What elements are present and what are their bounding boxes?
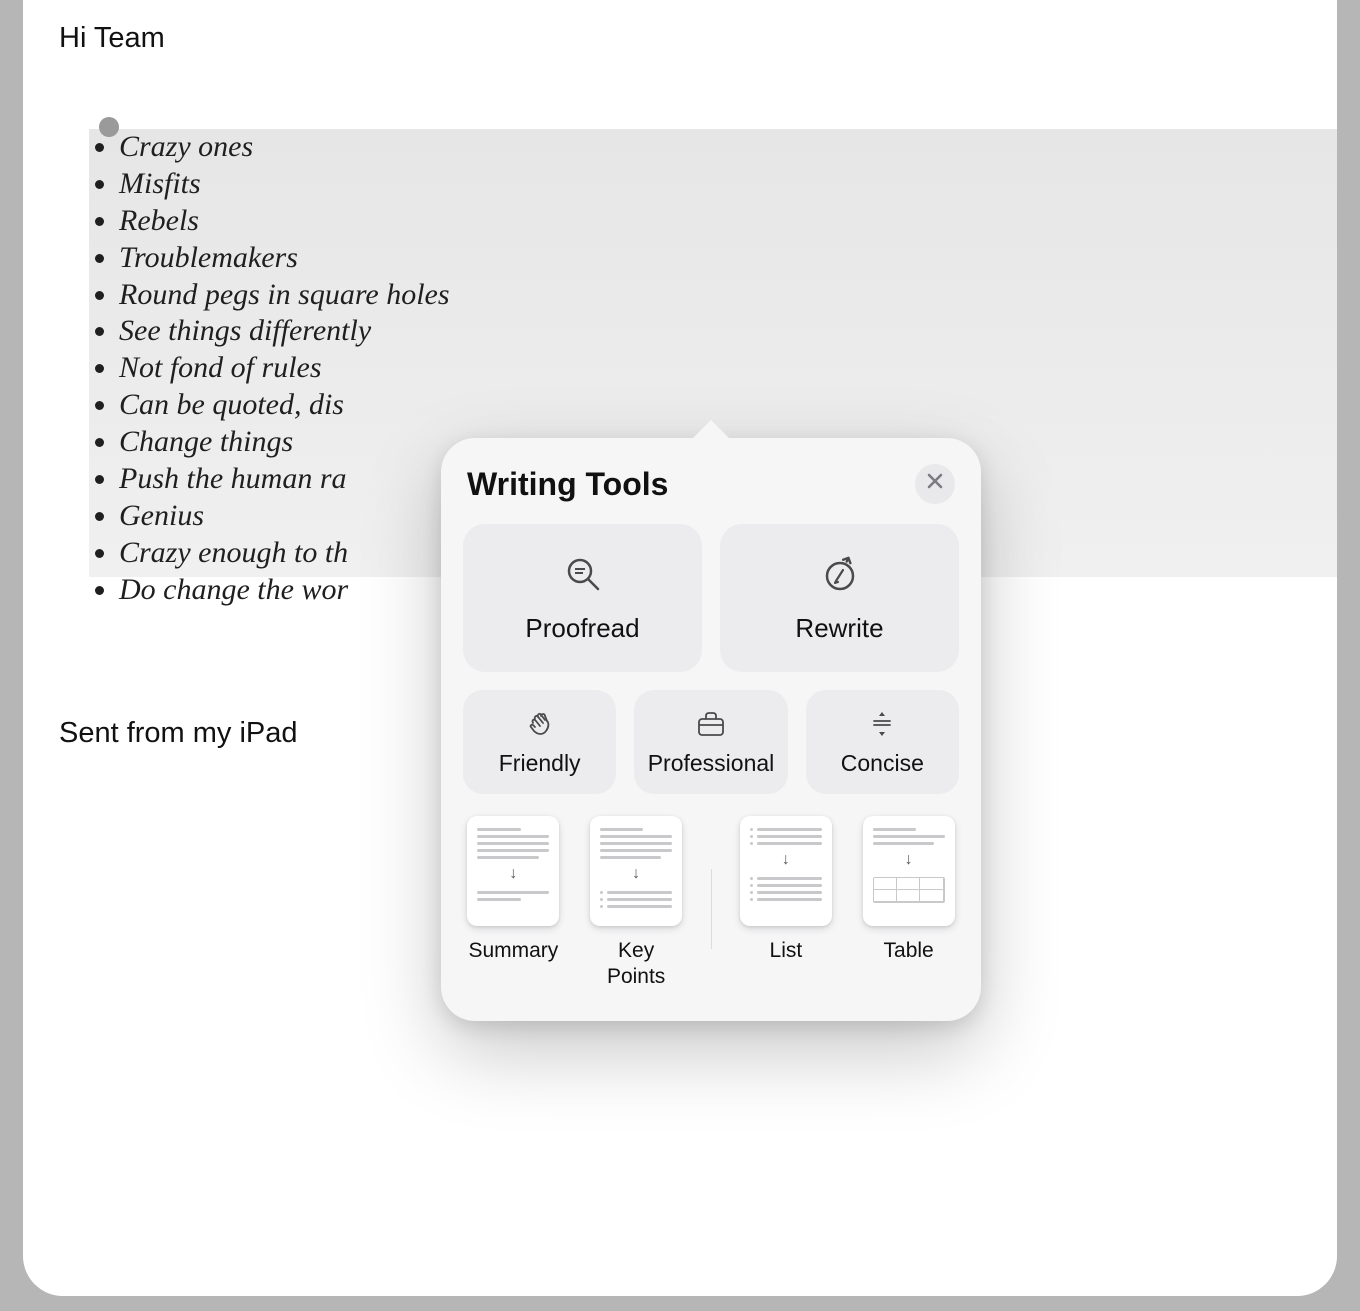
professional-label: Professional xyxy=(648,750,775,777)
list-label: List xyxy=(770,938,803,964)
magnifier-icon xyxy=(562,553,604,595)
concise-label: Concise xyxy=(841,750,924,777)
table-label: Table xyxy=(884,938,934,964)
vertical-separator xyxy=(711,869,712,949)
wave-icon xyxy=(524,708,556,740)
friendly-label: Friendly xyxy=(499,750,581,777)
arrow-down-icon: ↓ xyxy=(873,852,945,868)
summary-card[interactable]: ↓ xyxy=(467,816,559,926)
popover-title: Writing Tools xyxy=(467,466,668,503)
close-icon xyxy=(926,472,944,496)
proofread-button[interactable]: Proofread xyxy=(463,524,702,672)
arrow-down-icon: ↓ xyxy=(750,852,822,868)
list-item[interactable]: Not fond of rules xyxy=(119,350,1301,387)
concise-button[interactable]: Concise xyxy=(806,690,959,794)
list-item[interactable]: Can be quoted, dis xyxy=(119,387,1301,424)
selection-handle-start[interactable] xyxy=(99,117,119,137)
summary-label: Summary xyxy=(468,938,558,964)
briefcase-icon xyxy=(695,708,727,740)
proofread-label: Proofread xyxy=(525,613,639,644)
list-item[interactable]: Misfits xyxy=(119,166,1301,203)
table-card[interactable]: ↓ xyxy=(863,816,955,926)
rewrite-button[interactable]: Rewrite xyxy=(720,524,959,672)
friendly-button[interactable]: Friendly xyxy=(463,690,616,794)
writing-tools-popover: Writing Tools Proofread xyxy=(441,438,981,1021)
professional-button[interactable]: Professional xyxy=(634,690,787,794)
rewrite-icon xyxy=(819,553,861,595)
arrow-down-icon: ↓ xyxy=(477,866,549,882)
list-item[interactable]: See things differently xyxy=(119,313,1301,350)
email-compose-sheet: Hi Team Crazy ones Misfits Rebels Troubl… xyxy=(23,0,1337,1296)
keypoints-card[interactable]: ↓ xyxy=(590,816,682,926)
close-button[interactable] xyxy=(915,464,955,504)
list-card[interactable]: ↓ xyxy=(740,816,832,926)
list-item[interactable]: Round pegs in square holes xyxy=(119,277,1301,314)
rewrite-label: Rewrite xyxy=(795,613,883,644)
mini-table-icon xyxy=(873,877,945,903)
list-item[interactable]: Troublemakers xyxy=(119,240,1301,277)
keypoints-label: Key Points xyxy=(588,938,685,991)
list-item[interactable]: Rebels xyxy=(119,203,1301,240)
arrow-down-icon: ↓ xyxy=(600,866,672,882)
concise-icon xyxy=(866,708,898,740)
list-item[interactable]: Crazy ones xyxy=(119,129,1301,166)
greeting-text[interactable]: Hi Team xyxy=(59,22,1301,55)
